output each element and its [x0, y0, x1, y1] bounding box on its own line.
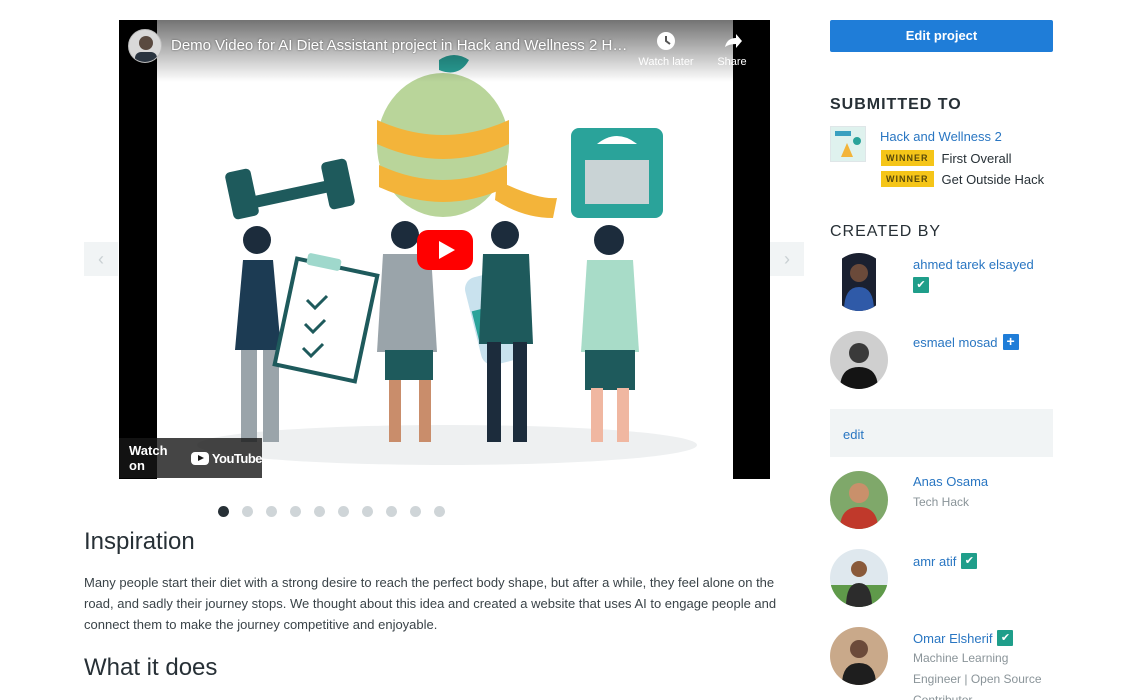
member-subtitle: Machine Learning Engineer | Open Source … [913, 651, 1042, 700]
channel-avatar[interactable] [128, 29, 162, 63]
member-avatar-anas[interactable] [830, 471, 888, 529]
created-by-heading: CREATED BY [830, 223, 942, 240]
winner-badge: WINNER [881, 150, 934, 166]
member-avatar-ahmed[interactable] [830, 253, 888, 311]
member-name-text: Anas Osama [913, 474, 989, 489]
gallery-dot[interactable] [289, 506, 301, 517]
youtube-video-embed[interactable]: Demo Video for AI Diet Assistant project… [119, 20, 770, 479]
verified-check-icon: ✔ [913, 277, 929, 293]
member-name-text: amr atif [913, 553, 957, 569]
verified-check-icon: ✔ [997, 630, 1014, 646]
gallery-pagination [84, 506, 804, 517]
hackathon-link[interactable]: Hack and Wellness 2 [880, 129, 1002, 144]
inspiration-heading: Inspiration [84, 528, 195, 555]
video-top-bar: Demo Video for AI Diet Assistant project… [119, 20, 770, 82]
winner-badge: WINNER [881, 171, 934, 187]
member-name-text: ahmed tarek elsayed [913, 257, 1034, 272]
gallery-dot[interactable] [265, 506, 277, 517]
play-button[interactable] [417, 230, 473, 270]
youtube-play-icon [190, 451, 209, 465]
member-name-text: esmael mosad [913, 334, 998, 350]
gallery-dot[interactable] [361, 506, 373, 517]
watch-later-button[interactable]: Watch later [635, 30, 697, 68]
gallery-dot[interactable] [337, 506, 349, 517]
share-icon [725, 34, 742, 48]
gallery-dot[interactable] [217, 506, 229, 517]
edit-project-button[interactable]: Edit project [830, 20, 1053, 52]
verified-check-icon: ✔ [961, 553, 978, 569]
member-subtitle: Tech Hack [913, 495, 970, 509]
member-name-anas[interactable]: Anas Osama [913, 474, 988, 489]
watch-on-youtube-button[interactable]: Watch on YouTube [119, 438, 263, 478]
project-gallery: ‹ Demo Video for AI Diet Assistant proje… [84, 20, 804, 480]
prize-get-outside-hack: WINNER Get Outside Hack [881, 171, 1044, 187]
gallery-dot[interactable] [313, 506, 325, 517]
prize-name: First Overall [941, 150, 1012, 166]
member-name-omar[interactable]: Omar Elsherif ✔ [913, 630, 1014, 646]
submitted-to-heading: SUBMITTED TO [830, 96, 962, 113]
youtube-wordmark: YouTube [211, 450, 263, 466]
gallery-dot[interactable] [241, 506, 253, 517]
member-avatar-amr[interactable] [830, 549, 888, 607]
member-name-text: Omar Elsherif [913, 630, 993, 646]
gallery-dot[interactable] [409, 506, 421, 517]
member-avatar-omar[interactable] [830, 627, 888, 685]
hackathon-thumbnail[interactable] [830, 126, 866, 162]
prize-name: Get Outside Hack [941, 171, 1045, 187]
youtube-logo: YouTube [190, 450, 263, 466]
gallery-next-button[interactable]: › [770, 242, 804, 276]
inspiration-text: Many people start their diet with a stro… [84, 575, 777, 632]
share-label: Share [717, 56, 747, 68]
clock-icon [657, 32, 675, 50]
watch-on-label: Watch on [129, 443, 168, 473]
what-it-does-heading: What it does [84, 654, 218, 681]
watch-later-label: Watch later [638, 56, 694, 68]
member-name-ahmed[interactable]: ahmed tarek elsayed [913, 257, 1034, 272]
edit-team-link[interactable]: edit [843, 427, 864, 442]
gallery-dot[interactable] [433, 506, 445, 517]
prize-first-overall: WINNER First Overall [881, 150, 1012, 166]
video-title[interactable]: Demo Video for AI Diet Assistant project… [171, 37, 633, 54]
member-avatar-esmael[interactable] [830, 331, 888, 389]
member-name-amr[interactable]: amr atif ✔ [913, 553, 978, 569]
share-button[interactable]: Share [701, 30, 763, 68]
gallery-dot[interactable] [385, 506, 397, 517]
gallery-prev-button[interactable]: ‹ [84, 242, 118, 276]
member-name-esmael[interactable]: esmael mosad + [913, 334, 1019, 350]
add-plus-icon: + [1002, 334, 1019, 350]
edit-team-bar[interactable]: edit [830, 409, 1053, 457]
